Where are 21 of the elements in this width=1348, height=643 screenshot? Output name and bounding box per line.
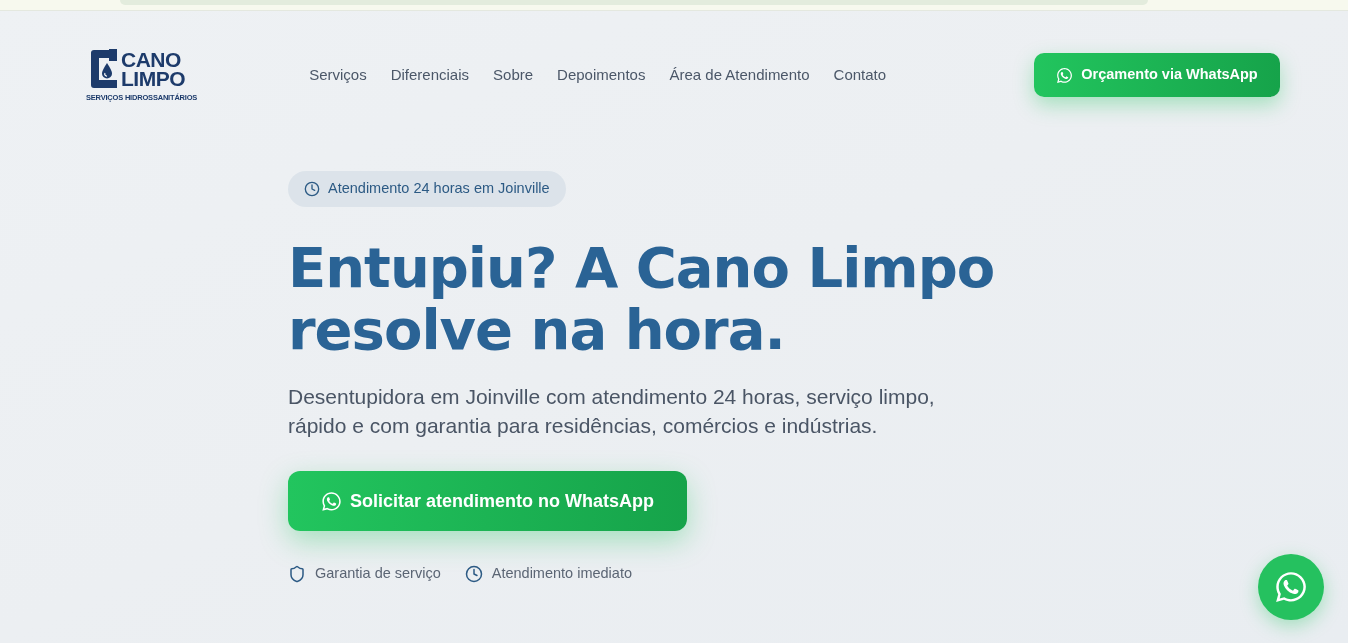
feature-text: Atendimento imediato xyxy=(491,564,632,583)
logo-text: CANO xyxy=(121,49,182,69)
nav-link[interactable]: Contato xyxy=(833,63,887,87)
nav-link[interactable]: Sobre xyxy=(493,63,534,87)
whatsapp-icon xyxy=(321,490,342,512)
nav-link[interactable]: Serviços xyxy=(309,63,367,87)
nav-link[interactable]: Diferenciais xyxy=(390,63,470,87)
pipe-drop-logo-icon xyxy=(88,48,118,89)
clock-icon xyxy=(464,564,483,583)
shield-icon xyxy=(288,564,306,583)
whatsapp-floating-button[interactable] xyxy=(1258,554,1324,620)
nav-link[interactable]: Depoimentos xyxy=(557,63,646,87)
feature-text: Garantia de serviço xyxy=(315,564,441,583)
badge-text: Atendimento 24 horas em Joinville xyxy=(328,179,550,199)
hero-title: Entupiu? A Cano Limpo resolve na hora. xyxy=(288,237,996,361)
whatsapp-icon xyxy=(1056,66,1074,84)
logo-text: LIMPO xyxy=(121,68,185,88)
nav-link[interactable]: Área de Atendimento xyxy=(669,63,810,87)
clock-icon xyxy=(304,181,320,197)
whatsapp-icon xyxy=(1274,570,1308,604)
hero-subtitle: Desentupidora em Joinville com atendimento 24 horas, serviço limpo, rápido e com garantia para residências, comércios e indústrias. xyxy=(288,384,936,439)
